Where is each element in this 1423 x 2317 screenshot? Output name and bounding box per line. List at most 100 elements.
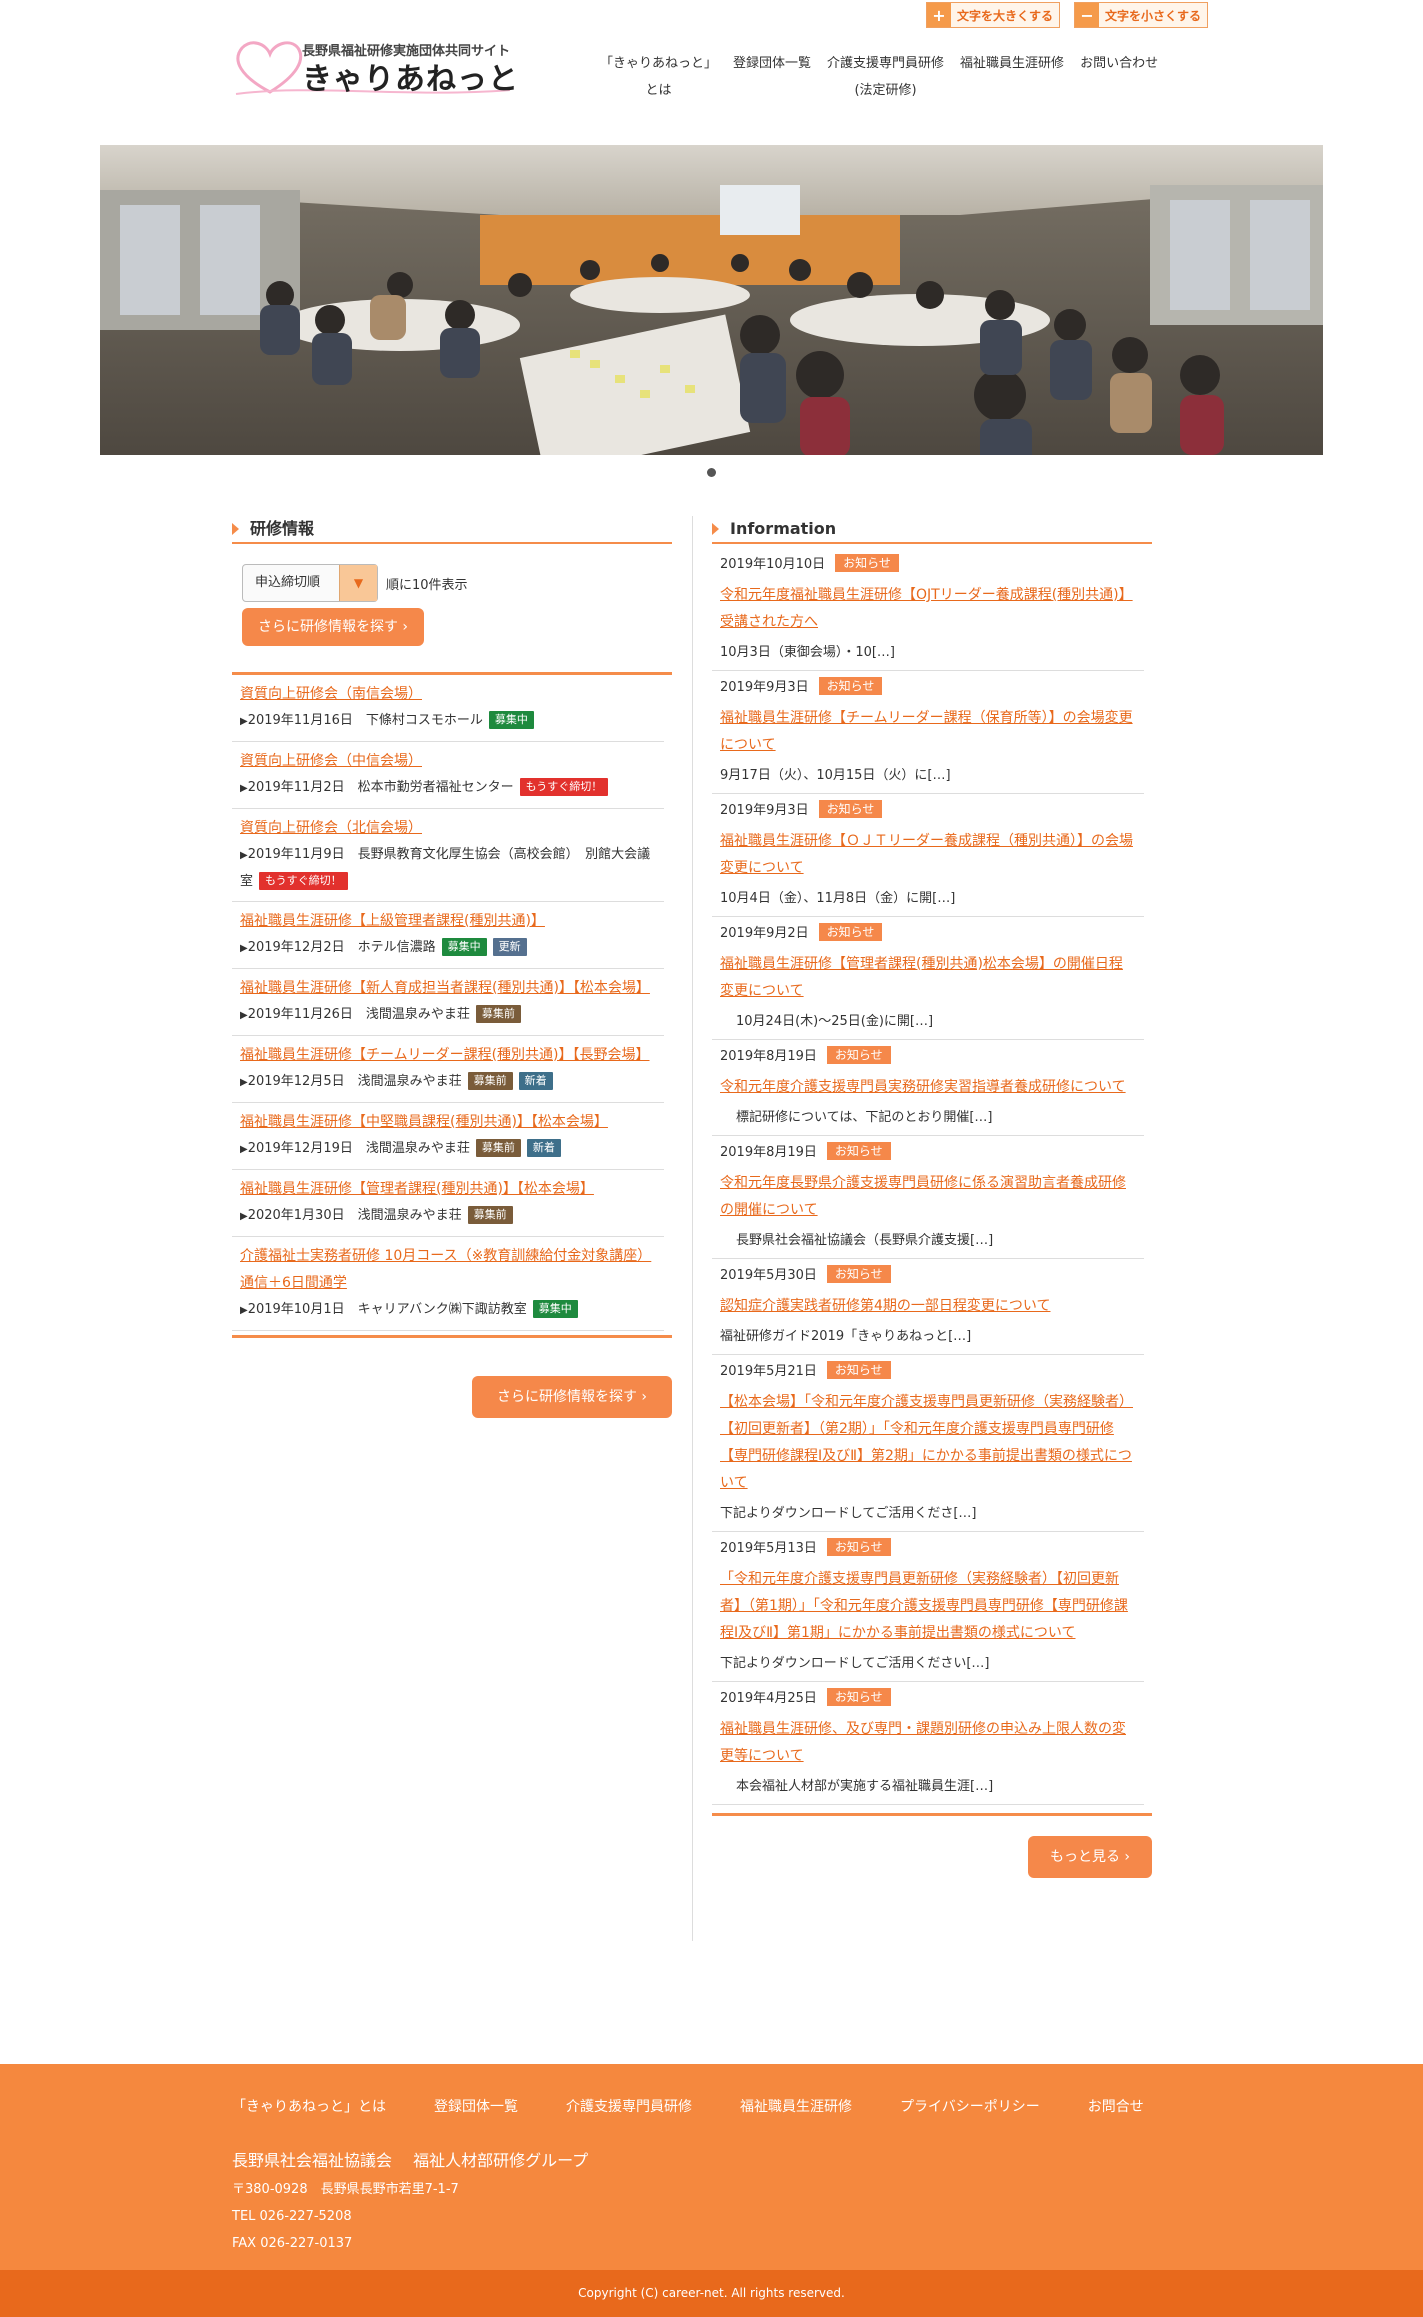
info-item-excerpt: 標記研修については、下記のとおり開催[…] bbox=[736, 1110, 993, 1125]
training-item-title[interactable]: 福祉職員生涯研修【新人育成担当者課程(種別共通)】【松本会場】 bbox=[240, 975, 656, 1002]
triangle-right-icon: ▶ bbox=[240, 1077, 248, 1088]
search-more-training-button[interactable]: さらに研修情報を探す › bbox=[242, 608, 424, 646]
seminar-photo-illustration bbox=[100, 145, 1323, 455]
nav-about[interactable]: 「きゃりあねっと」 とは bbox=[592, 50, 725, 104]
training-list: 資質向上研修会（南信会場） ▶2019年11月16日 下條村コスモホール 募集中 … bbox=[232, 672, 672, 1331]
training-item-title[interactable]: 資質向上研修会（南信会場） bbox=[240, 681, 656, 708]
footer-link-organizations[interactable]: 登録団体一覧 bbox=[434, 2096, 518, 2116]
sort-select[interactable]: 申込締切順 ▼ bbox=[242, 564, 378, 602]
notice-badge: お知らせ bbox=[826, 1361, 891, 1379]
training-item-meta: ▶2019年12月5日 浅間温泉みやま荘 募集前 新着 bbox=[240, 1069, 656, 1096]
copyright: Copyright (C) career-net. All rights res… bbox=[0, 2270, 1423, 2317]
sort-select-value: 申込締切順 bbox=[255, 575, 321, 590]
training-item-meta: ▶2019年12月2日 ホテル信濃路 募集中 更新 bbox=[240, 935, 656, 962]
training-section: 研修情報 申込締切順 ▼ 順に10件表示 さらに研修情報を探す › 資質向上研修… bbox=[232, 516, 672, 1418]
status-badge: 募集前 bbox=[475, 1139, 521, 1157]
triangle-right-icon: ▶ bbox=[240, 783, 248, 794]
nav-lifelong-training[interactable]: 福祉職員生涯研修 bbox=[952, 50, 1072, 104]
nav-lifelong-label: 福祉職員生涯研修 bbox=[960, 56, 1065, 71]
training-item-date-venue: 2019年12月5日 浅間温泉みやま荘 bbox=[247, 1074, 462, 1089]
search-more-training-label: さらに研修情報を探す bbox=[257, 619, 398, 635]
training-item-title[interactable]: 福祉職員生涯研修【上級管理者課程(種別共通)】 bbox=[240, 908, 656, 935]
info-item-date-row: 2019年9月3日 お知らせ bbox=[720, 794, 1136, 828]
info-item-title[interactable]: 福祉職員生涯研修、及び専門・課題別研修の申込み上限人数の変更等について bbox=[720, 1716, 1136, 1770]
nav-contact[interactable]: お問い合わせ bbox=[1072, 50, 1166, 104]
site-logo[interactable]: 長野県福祉研修実施団体共同サイト きゃりあねっと bbox=[230, 36, 520, 98]
triangle-right-icon: ▶ bbox=[240, 1211, 248, 1222]
info-item-date: 2019年5月13日 bbox=[720, 1541, 817, 1556]
info-item-date: 2019年5月21日 bbox=[720, 1364, 817, 1379]
nav-organizations[interactable]: 登録団体一覧 bbox=[725, 50, 819, 104]
footer-link-care-manager[interactable]: 介護支援専門員研修 bbox=[566, 2096, 692, 2116]
info-item-excerpt: 福祉研修ガイド2019「きゃりあねっと[…] bbox=[720, 1329, 972, 1344]
info-item-date: 2019年9月2日 bbox=[720, 926, 809, 941]
training-item-meta: ▶2019年11月16日 下條村コスモホール 募集中 bbox=[240, 708, 656, 735]
info-item-title[interactable]: 「令和元年度介護支援専門員更新研修（実務経験者）【初回更新者】（第1期）」「令和… bbox=[720, 1566, 1136, 1647]
training-item-date-venue: 2020年1月30日 浅間温泉みやま荘 bbox=[247, 1208, 462, 1223]
training-item-meta: ▶2019年10月1日 キャリアバンク㈱下諏訪教室 募集中 bbox=[240, 1297, 656, 1324]
info-item-date-row: 2019年5月13日 お知らせ bbox=[720, 1532, 1136, 1566]
font-larger-button[interactable]: + 文字を大きくする bbox=[926, 2, 1061, 28]
info-item-excerpt: 下記よりダウンロードしてご活用くださ[…] bbox=[720, 1506, 977, 1521]
info-item-excerpt: 本会福祉人材部が実施する福祉職員生涯[…] bbox=[736, 1779, 994, 1794]
info-item-title[interactable]: 令和元年度介護支援専門員実務研修実習指導者養成研修について bbox=[720, 1074, 1136, 1101]
sort-control: 申込締切順 ▼ 順に10件表示 bbox=[242, 564, 672, 602]
info-item-date-row: 2019年4月25日 お知らせ bbox=[720, 1682, 1136, 1716]
more-information-button[interactable]: もっと見る › bbox=[1028, 1836, 1152, 1878]
training-item: 福祉職員生涯研修【管理者課程(種別共通)】【松本会場】 ▶2020年1月30日 … bbox=[232, 1170, 664, 1237]
training-item-title[interactable]: 資質向上研修会（北信会場） bbox=[240, 815, 656, 842]
info-item-date-row: 2019年5月21日 お知らせ bbox=[720, 1355, 1136, 1389]
training-item-title[interactable]: 介護福祉士実務者研修 10月コース（※教育訓練給付金対象講座）通信＋6日間通学 bbox=[240, 1243, 656, 1297]
search-more-training-bottom-label: さらに研修情報を探す bbox=[496, 1389, 637, 1405]
info-item-excerpt: 長野県社会福祉協議会（長野県介護支援[…] bbox=[736, 1233, 994, 1248]
info-item: 2019年9月3日 お知らせ 福祉職員生涯研修【チームリーダー課程（保育所等）】の… bbox=[712, 671, 1144, 794]
info-item-title[interactable]: 福祉職員生涯研修【ＯＪＴリーダー養成課程（種別共通）】の会場変更について bbox=[720, 828, 1136, 882]
nav-organizations-label: 登録団体一覧 bbox=[733, 56, 812, 71]
notice-badge: お知らせ bbox=[818, 800, 883, 818]
training-item-meta: ▶2019年12月19日 浅間温泉みやま荘 募集前 新着 bbox=[240, 1136, 656, 1163]
notice-badge: お知らせ bbox=[835, 554, 899, 572]
footer-link-about[interactable]: 「きゃりあねっと」とは bbox=[232, 2096, 386, 2116]
footer-link-contact[interactable]: お問合せ bbox=[1088, 2096, 1144, 2116]
font-smaller-button[interactable]: − 文字を小さくする bbox=[1074, 2, 1209, 28]
sort-suffix-label: 順に10件表示 bbox=[386, 577, 468, 593]
logo-title: きゃりあねっと bbox=[302, 62, 519, 97]
info-item-excerpt: 下記よりダウンロードしてご活用ください[…] bbox=[720, 1656, 990, 1671]
info-item-date-row: 2019年9月2日 お知らせ bbox=[720, 917, 1136, 951]
nav-care-manager-training[interactable]: 介護支援専門員研修 (法定研修) bbox=[819, 50, 952, 104]
info-item: 2019年10月10日 お知らせ 令和元年度福祉職員生涯研修【OJTリーダー養成課… bbox=[712, 548, 1144, 671]
nav-care-manager-line2: (法定研修) bbox=[854, 83, 917, 98]
font-smaller-label: 文字を小さくする bbox=[1105, 8, 1202, 23]
footer-tel: TEL 026-227-5208 bbox=[232, 2209, 352, 2224]
training-item-title[interactable]: 福祉職員生涯研修【管理者課程(種別共通)】【松本会場】 bbox=[240, 1176, 656, 1203]
training-item-title[interactable]: 福祉職員生涯研修【中堅職員課程(種別共通)】【松本会場】 bbox=[240, 1109, 656, 1136]
training-item: 介護福祉士実務者研修 10月コース（※教育訓練給付金対象講座）通信＋6日間通学 … bbox=[232, 1237, 664, 1331]
information-section: Information 2019年10月10日 お知らせ 令和元年度福祉職員生涯研… bbox=[712, 516, 1152, 1886]
notice-badge: お知らせ bbox=[818, 677, 883, 695]
info-item: 2019年5月13日 お知らせ 「令和元年度介護支援専門員更新研修（実務経験者）【… bbox=[712, 1532, 1144, 1682]
font-larger-label: 文字を大きくする bbox=[957, 8, 1054, 23]
footer-fax: FAX 026-227-0137 bbox=[232, 2236, 353, 2251]
new-badge: 新着 bbox=[526, 1139, 561, 1157]
info-item-title[interactable]: 福祉職員生涯研修【チームリーダー課程（保育所等）】の会場変更について bbox=[720, 705, 1136, 759]
info-item-title[interactable]: 令和元年度長野県介護支援専門員研修に係る演習助言者養成研修の開催について bbox=[720, 1170, 1136, 1224]
info-item-title[interactable]: 認知症介護実践者研修第4期の一部日程変更について bbox=[720, 1293, 1136, 1320]
footer-org-name: 長野県社会福祉協議会 福祉人材部研修グループ bbox=[232, 2151, 589, 2170]
training-item-meta: ▶2019年11月9日 長野県教育文化厚生協会（高校会館） 別館大会議室 もうすぐ… bbox=[240, 842, 656, 895]
slider-dot[interactable] bbox=[707, 468, 716, 477]
info-item-title[interactable]: 【松本会場】「令和元年度介護支援専門員更新研修（実務経験者）【初回更新者】（第2… bbox=[720, 1389, 1136, 1497]
info-item-title[interactable]: 福祉職員生涯研修【管理者課程(種別共通)松本会場】の開催日程変更について bbox=[720, 951, 1136, 1005]
info-item-date-row: 2019年8月19日 お知らせ bbox=[720, 1040, 1136, 1074]
info-item-date-row: 2019年9月3日 お知らせ bbox=[720, 671, 1136, 705]
search-more-training-bottom-button[interactable]: さらに研修情報を探す › bbox=[472, 1376, 672, 1418]
footer-link-privacy[interactable]: プライバシーポリシー bbox=[900, 2096, 1040, 2116]
info-item: 2019年4月25日 お知らせ 福祉職員生涯研修、及び専門・課題別研修の申込み上限… bbox=[712, 1682, 1144, 1805]
update-badge: 更新 bbox=[492, 938, 527, 956]
footer-link-lifelong[interactable]: 福祉職員生涯研修 bbox=[740, 2096, 852, 2116]
training-item-title[interactable]: 資質向上研修会（中信会場） bbox=[240, 748, 656, 775]
column-divider bbox=[692, 516, 693, 1941]
training-item-title[interactable]: 福祉職員生涯研修【チームリーダー課程(種別共通)】【長野会場】 bbox=[240, 1042, 656, 1069]
footer-nav: 「きゃりあねっと」とは 登録団体一覧 介護支援専門員研修 福祉職員生涯研修 プラ… bbox=[232, 2096, 1192, 2116]
info-item-title[interactable]: 令和元年度福祉職員生涯研修【OJTリーダー養成課程(種別共通)】受講された方へ bbox=[720, 582, 1136, 636]
notice-badge: お知らせ bbox=[826, 1142, 891, 1160]
